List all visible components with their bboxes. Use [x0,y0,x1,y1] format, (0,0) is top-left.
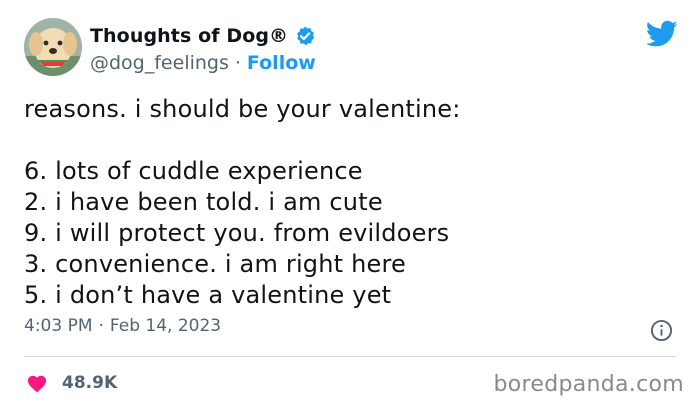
tweet-date: Feb 14, 2023 [109,316,222,336]
like-count: 48.9K [62,373,118,393]
info-icon[interactable] [650,319,673,342]
divider [24,356,676,357]
verified-badge-icon [294,25,316,47]
watermark: boredpanda.com [493,372,684,397]
tweet-time: 4:03 PM [24,316,93,336]
avatar[interactable] [24,18,82,76]
twitter-bird-icon[interactable] [645,20,678,48]
heart-icon[interactable] [26,373,48,393]
tweet-card: Thoughts of Dog® @dog_feelings · Follow … [0,0,700,410]
timestamp-separator: · [98,316,104,336]
like-action[interactable]: 48.9K [26,370,117,396]
tweet-text: reasons. i should be your valentine: 6. … [24,95,461,309]
dog-avatar-image [24,18,82,76]
author-name-row: Thoughts of Dog® [90,22,316,50]
handle[interactable]: @dog_feelings [90,52,229,74]
display-name[interactable]: Thoughts of Dog® [90,25,288,47]
handle-separator: · [234,52,241,74]
follow-button[interactable]: Follow [247,52,316,74]
tweet-timestamp[interactable]: 4:03 PM · Feb 14, 2023 [24,316,221,336]
handle-row: @dog_feelings · Follow [90,50,316,76]
